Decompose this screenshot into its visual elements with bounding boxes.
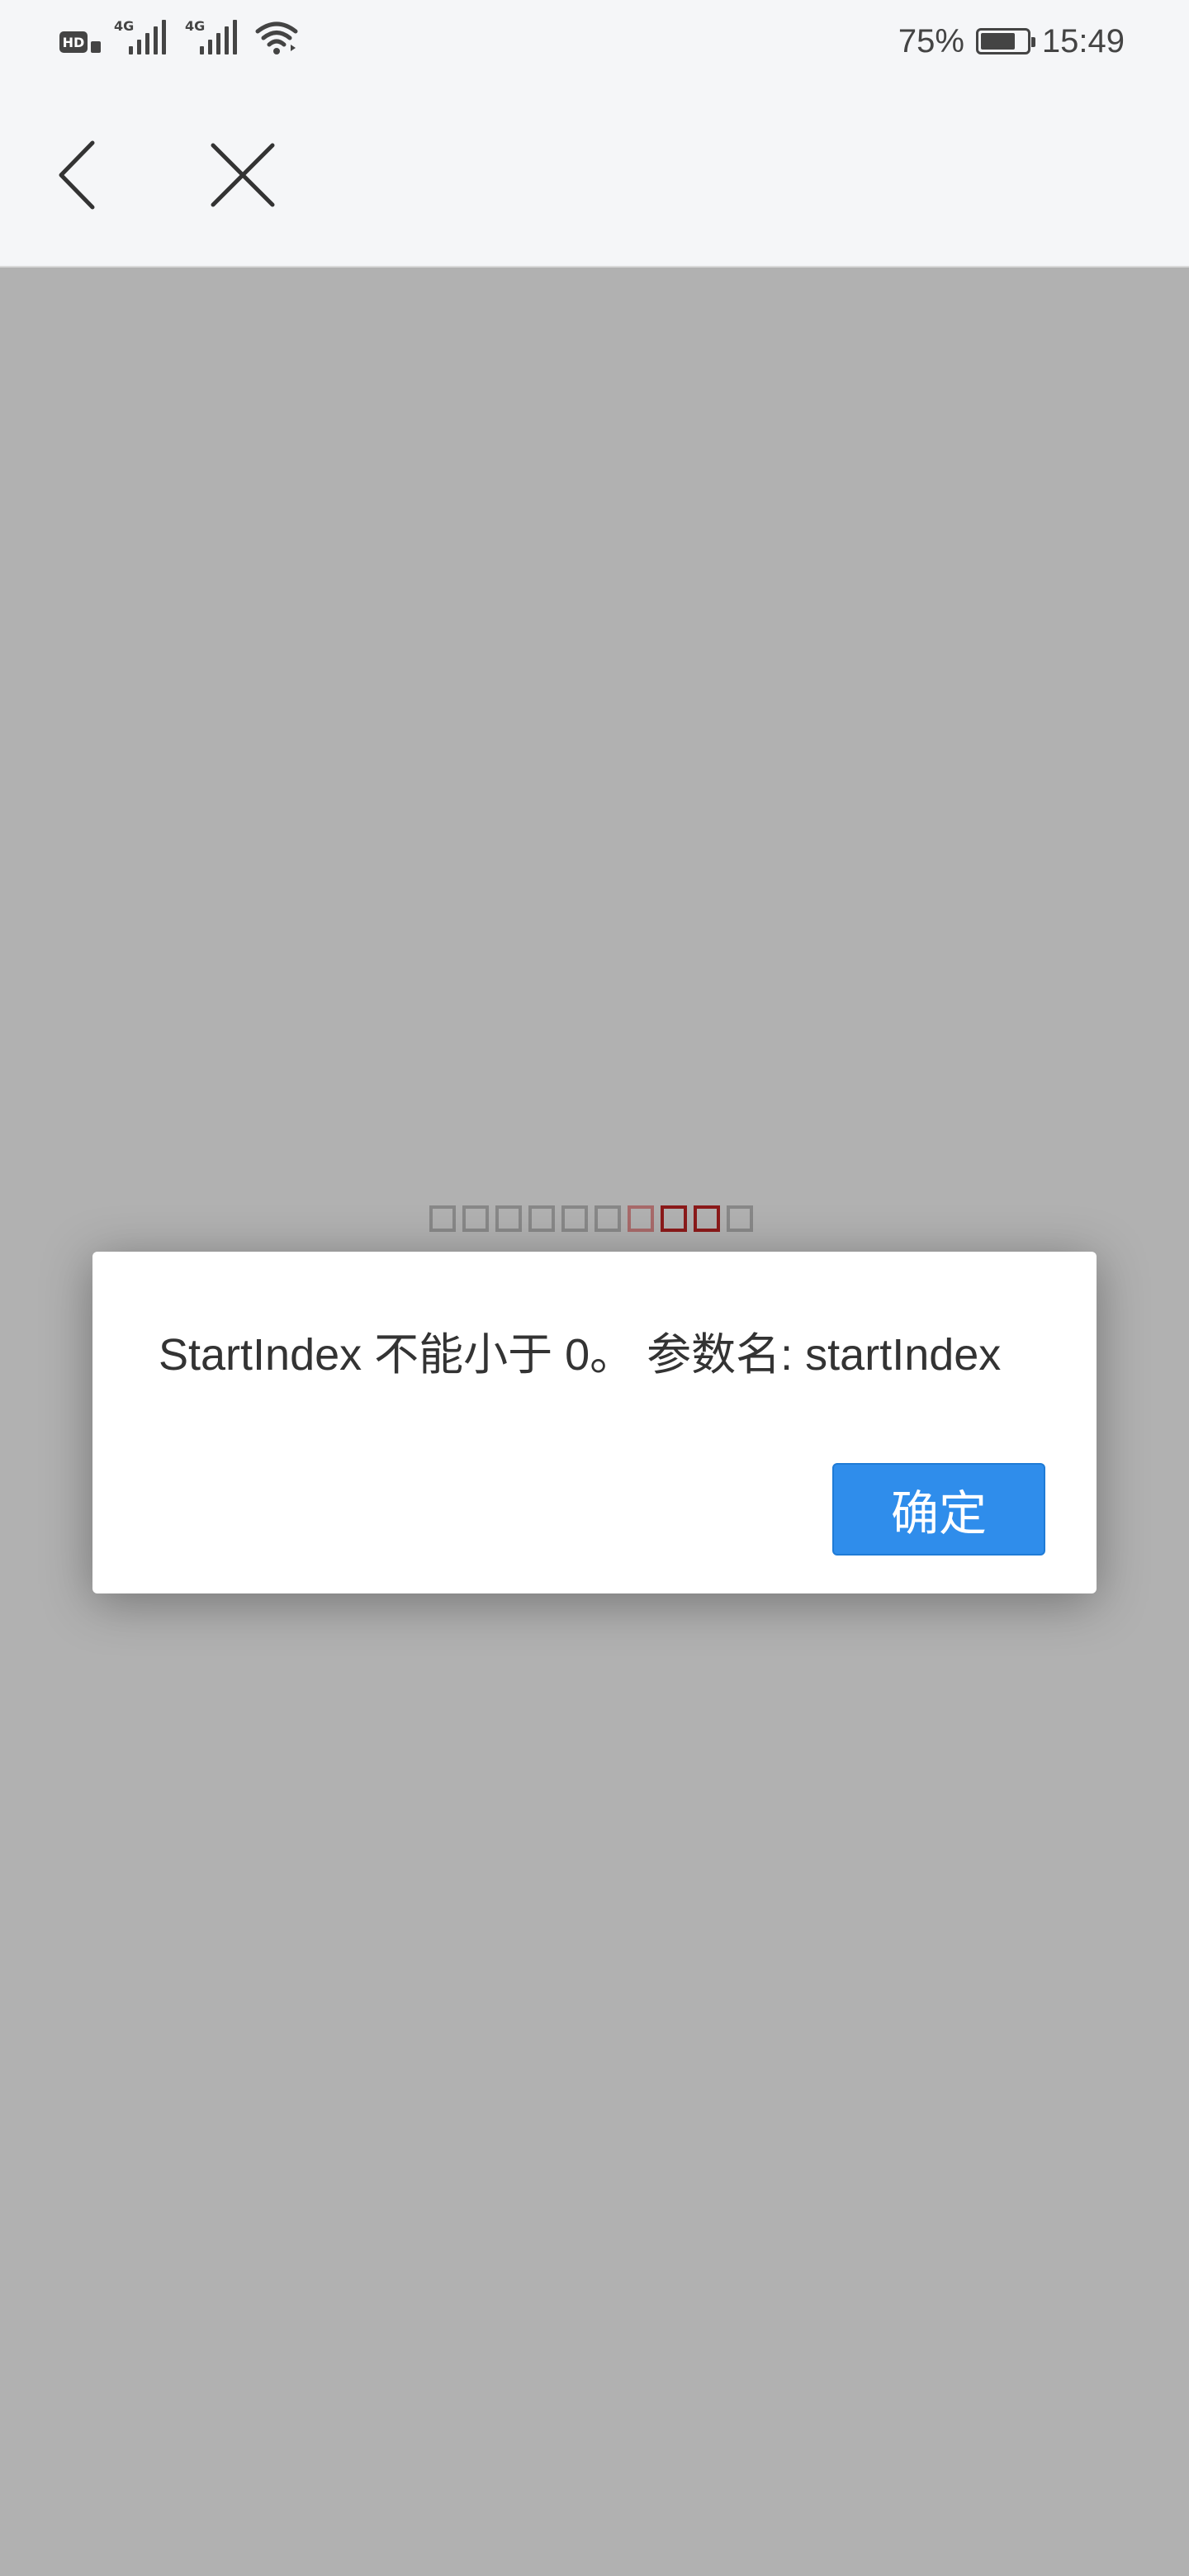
loader-square <box>661 1205 687 1232</box>
loader-square <box>561 1205 588 1232</box>
hd-sub-icon <box>91 41 101 53</box>
loader-square <box>694 1205 720 1232</box>
battery-percent: 75% <box>898 22 964 59</box>
chevron-left-icon <box>59 140 95 210</box>
loader-square <box>528 1205 555 1232</box>
signal-bars-icon <box>129 20 166 54</box>
loader-square <box>594 1205 621 1232</box>
signal-1: 4G <box>114 18 172 64</box>
wifi-icon <box>255 21 298 54</box>
loading-indicator <box>429 1205 753 1232</box>
status-time: 15:49 <box>1041 22 1125 59</box>
status-icons-right: 75% 15:49 <box>898 18 1125 64</box>
battery-fill <box>980 33 1015 50</box>
battery-icon <box>975 28 1035 54</box>
dialog-message: StartIndex 不能小于 0。 参数名: startIndex <box>159 1330 1002 1380</box>
alert-dialog: StartIndex 不能小于 0。 参数名: startIndex 确定 <box>92 1252 1097 1593</box>
status-icons-left: HD 4G 4G <box>59 18 299 64</box>
nav-bar <box>0 83 1189 268</box>
loader-square <box>495 1205 522 1232</box>
signal-bars-icon <box>200 20 237 54</box>
loader-square <box>429 1205 456 1232</box>
close-button[interactable] <box>201 134 284 216</box>
loader-square <box>727 1205 753 1232</box>
signal-2: 4G <box>185 18 243 64</box>
close-icon <box>211 143 275 207</box>
hd-icon: HD <box>59 31 88 53</box>
loader-square <box>628 1205 654 1232</box>
loader-square <box>462 1205 489 1232</box>
status-bar: HD 4G 4G 75% 15:49 <box>0 0 1189 83</box>
back-button[interactable] <box>45 134 111 216</box>
ok-button[interactable]: 确定 <box>832 1463 1045 1556</box>
